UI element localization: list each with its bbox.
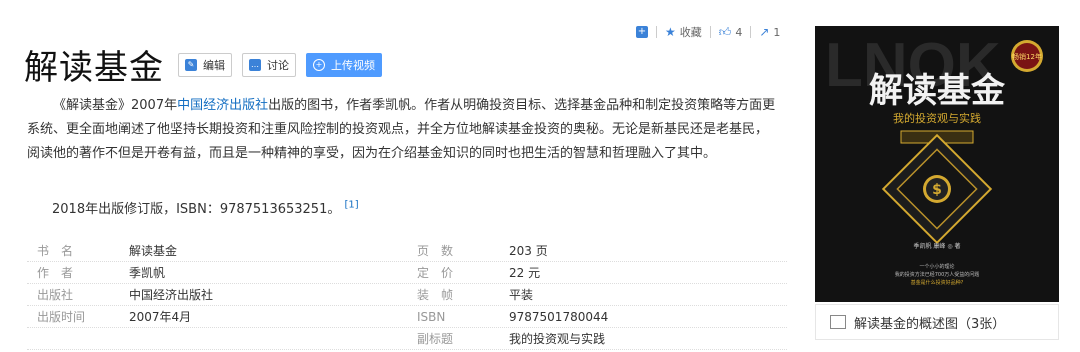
action-toolbar: + ★ 收藏 👍︎ 4 ↗ 1	[636, 24, 780, 40]
cover-subtitle: 我的投资观与实践	[893, 111, 981, 125]
revision-text: 2018年出版修订版，ISBN：9787513653251。	[52, 202, 341, 217]
info-row: 副标题 我的投资观与实践	[27, 328, 787, 350]
cover-title: 解读基金	[869, 71, 1006, 111]
divider	[709, 26, 711, 38]
info-value: 2007年4月	[129, 310, 192, 324]
info-value: 我的投资观与实践	[509, 332, 606, 346]
revision-note: 2018年出版修订版，ISBN：9787513653251。 [1]	[52, 198, 359, 217]
info-row: 出版社 中国经济出版社 装 帧 平装	[27, 284, 787, 306]
upload-video-button[interactable]: + 上传视频	[306, 52, 382, 77]
info-row: 作 者 季凯帆 定 价 22 元	[27, 262, 787, 284]
info-value: 平装	[509, 288, 534, 302]
cover-tagline-1: 一个小小的理论	[919, 263, 954, 270]
plus-circle-icon: +	[313, 58, 325, 71]
divider	[750, 26, 752, 38]
like-count: 4	[735, 25, 743, 39]
info-key: 定 价	[417, 266, 454, 280]
info-row: 出版时间 2007年4月 ISBN 9787501780044	[27, 306, 787, 328]
divider	[656, 26, 657, 38]
info-key: 装 帧	[417, 288, 454, 302]
summary-text-1: 《解读基金》2007年	[53, 98, 178, 113]
info-key: 书 名	[37, 244, 74, 258]
reference-link[interactable]: [1]	[344, 200, 358, 211]
pencil-icon: ✎	[185, 58, 197, 71]
cover-badge: 畅销12年	[1012, 52, 1042, 61]
info-row: 书 名 解读基金 页 数 203 页	[27, 240, 787, 262]
star-icon[interactable]: ★	[665, 25, 676, 39]
discuss-label: 讨论	[267, 58, 289, 72]
info-value: 203 页	[509, 244, 548, 258]
svg-text:$: $	[932, 182, 942, 198]
add-icon[interactable]: +	[636, 26, 648, 38]
share-icon[interactable]: ↗	[759, 25, 769, 39]
info-value: 解读基金	[129, 244, 178, 258]
info-key: 出版社	[37, 288, 74, 302]
edit-label: 编辑	[203, 58, 225, 72]
cover-tagline-3: 基金是什么投资好品种?	[911, 279, 964, 286]
edit-button[interactable]: ✎ 编辑	[178, 52, 232, 77]
gallery-icon	[830, 315, 846, 329]
share-count: 1	[773, 25, 781, 39]
image-caption[interactable]: 解读基金的概述图（3张）	[815, 304, 1059, 340]
caption-text: 解读基金的概述图（3张）	[854, 316, 1006, 332]
info-value: 22 元	[509, 266, 541, 280]
info-value: 9787501780044	[509, 309, 609, 324]
summary-paragraph: 《解读基金》2007年中国经济出版社出版的图书，作者季凯帆。作者从明确投资目标、…	[27, 94, 779, 166]
title-row: 解读基金 ✎ 编辑 … 讨论 + 上传视频	[24, 40, 382, 89]
info-key: 页 数	[417, 244, 454, 258]
discuss-button[interactable]: … 讨论	[242, 52, 296, 77]
page-title: 解读基金	[24, 48, 164, 88]
chat-icon: …	[249, 58, 261, 71]
upload-video-label: 上传视频	[331, 58, 375, 72]
info-key: ISBN	[417, 309, 446, 324]
info-key: 作 者	[37, 266, 74, 280]
info-value: 中国经济出版社	[129, 288, 214, 302]
info-key: 副标题	[417, 332, 454, 346]
publisher-link[interactable]: 中国经济出版社	[177, 98, 268, 113]
info-value: 季凯帆	[129, 266, 166, 280]
cover-art: LNOK 畅销12年 解读基金 我的投资观与实践 $ 季凯帆 康峰 ◎ 著 一个…	[815, 26, 1059, 302]
thumbs-up-icon[interactable]: 👍︎	[719, 25, 732, 40]
info-key: 出版时间	[37, 310, 86, 324]
book-cover-image[interactable]: LNOK 畅销12年 解读基金 我的投资观与实践 $ 季凯帆 康峰 ◎ 著 一个…	[815, 26, 1059, 302]
cover-tagline-2: 我的投资方法已经700万人受益的问题	[895, 271, 980, 278]
cover-author: 季凯帆 康峰 ◎ 著	[914, 242, 961, 250]
favorite-label[interactable]: 收藏	[680, 24, 702, 40]
basic-info-table: 书 名 解读基金 页 数 203 页作 者 季凯帆 定 价 22 元出版社 中国经济出版社 装 …	[27, 240, 787, 350]
